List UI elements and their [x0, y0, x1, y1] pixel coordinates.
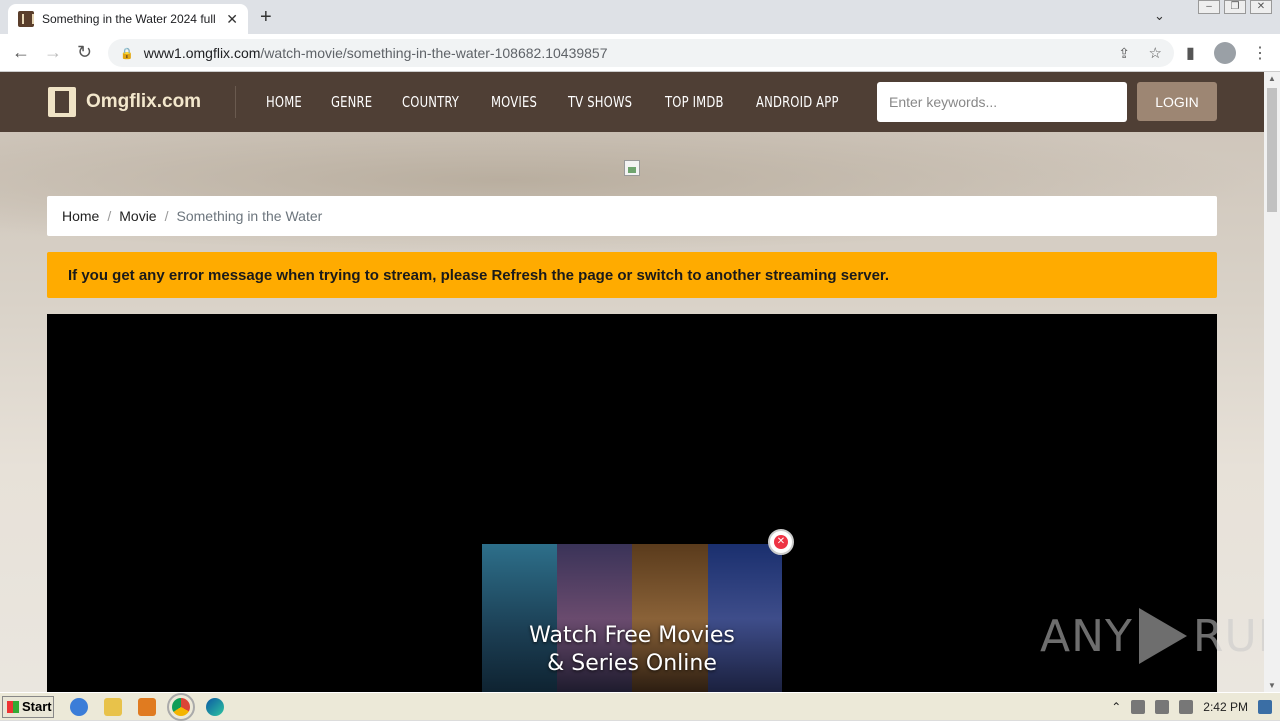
navbar-divider: [235, 86, 236, 118]
forward-arrow-icon[interactable]: →: [44, 42, 62, 63]
reload-icon[interactable]: ↻: [77, 42, 92, 63]
breadcrumb-separator: /: [107, 208, 112, 224]
ie-icon[interactable]: [70, 697, 88, 716]
nav-android-app[interactable]: ANDROID APP: [756, 93, 839, 111]
browser-titlebar: Something in the Water 2024 full HD ✕ + …: [0, 0, 1280, 34]
site-navbar: Omgflix.com HOME GENRE COUNTRY MOVIES TV…: [0, 72, 1264, 132]
watermark-play-icon: [1138, 608, 1187, 664]
scrollbar-thumb[interactable]: [1267, 88, 1277, 212]
page-scrollbar[interactable]: ▲ ▼: [1264, 72, 1280, 692]
windows-logo-icon: [7, 700, 19, 713]
browser-tab[interactable]: Something in the Water 2024 full HD ✕: [8, 4, 248, 34]
nav-genre[interactable]: GENRE: [331, 93, 372, 111]
menu-kebab-icon[interactable]: ⋮: [1252, 43, 1268, 63]
start-label: Start: [22, 699, 52, 714]
scroll-up-icon[interactable]: ▲: [1268, 74, 1276, 83]
tab-title: Something in the Water 2024 full HD: [42, 12, 221, 26]
anyrun-watermark: ANY RUN: [1040, 608, 1280, 664]
breadcrumb-current: Something in the Water: [176, 208, 323, 224]
breadcrumb: Home / Movie / Something in the Water: [47, 196, 1217, 236]
ad-line-1: Watch Free Movies: [529, 623, 735, 648]
watermark-left: ANY: [1040, 610, 1133, 662]
film-strip-icon: [48, 87, 76, 117]
chrome-icon[interactable]: [167, 692, 195, 721]
nav-movies[interactable]: MOVIES: [491, 93, 537, 111]
window-controls: – ❐ ✕: [1198, 0, 1272, 14]
login-button[interactable]: LOGIN: [1137, 82, 1217, 121]
start-button[interactable]: Start: [2, 695, 54, 718]
edge-icon[interactable]: [206, 697, 224, 716]
ad-close-button[interactable]: ✕: [768, 529, 794, 555]
stream-error-alert: If you get any error message when trying…: [47, 252, 1217, 298]
bookmark-star-icon[interactable]: ☆: [1149, 44, 1162, 62]
network-icon[interactable]: [1155, 700, 1170, 714]
breadcrumb-separator: /: [164, 208, 169, 224]
new-tab-button[interactable]: +: [260, 6, 272, 29]
film-favicon-icon: [18, 11, 34, 27]
volume-icon[interactable]: [1131, 700, 1146, 714]
windows-taskbar: Start ⌃ 2:42 PM: [0, 692, 1280, 721]
breadcrumb-home[interactable]: Home: [62, 208, 99, 224]
lock-icon[interactable]: 🔒: [120, 47, 134, 60]
profile-avatar-icon[interactable]: [1214, 42, 1236, 64]
tab-close-icon[interactable]: ✕: [226, 11, 238, 28]
search-input[interactable]: [877, 82, 1127, 122]
breadcrumb-movie[interactable]: Movie: [119, 208, 156, 224]
ad-line-2: & Series Online: [547, 651, 717, 676]
share-icon[interactable]: ⇪: [1118, 45, 1130, 62]
show-desktop-icon[interactable]: [1258, 700, 1272, 714]
system-tray: ⌃ 2:42 PM: [1103, 693, 1280, 721]
minimize-button[interactable]: –: [1198, 0, 1220, 14]
url-host: www1.omgflix.com: [143, 45, 261, 61]
address-bar[interactable]: 🔒 www1.omgflix.com/watch-movie/something…: [108, 39, 1174, 67]
ad-banner[interactable]: Watch Free Movies & Series Online: [482, 544, 782, 692]
restore-button[interactable]: ❐: [1224, 0, 1246, 14]
close-icon: ✕: [774, 535, 788, 549]
site-logo[interactable]: Omgflix.com: [48, 87, 201, 117]
page-viewport: Omgflix.com HOME GENRE COUNTRY MOVIES TV…: [0, 72, 1264, 692]
explorer-folder-icon[interactable]: [104, 697, 122, 716]
nav-top-imdb[interactable]: TOP IMDB: [665, 93, 724, 111]
close-window-button[interactable]: ✕: [1250, 0, 1272, 14]
media-player-icon[interactable]: [138, 697, 156, 716]
scroll-down-icon[interactable]: ▼: [1268, 681, 1276, 690]
browser-toolbar: ← → ↻ 🔒 www1.omgflix.com/watch-movie/som…: [0, 34, 1280, 72]
back-arrow-icon[interactable]: ←: [12, 42, 30, 63]
broken-image-icon: [624, 160, 640, 176]
logo-text: Omgflix.com: [86, 91, 202, 112]
action-center-flag-icon[interactable]: [1179, 700, 1194, 714]
ad-text: Watch Free Movies & Series Online: [482, 622, 782, 678]
main-menu: HOME GENRE COUNTRY MOVIES TV SHOWS TOP I…: [266, 72, 875, 132]
nav-home[interactable]: HOME: [266, 93, 302, 111]
nav-tv-shows[interactable]: TV SHOWS: [568, 93, 632, 111]
tab-search-chevron-icon[interactable]: ⌄: [1154, 8, 1165, 24]
url-path: /watch-movie/something-in-the-water-1086…: [260, 45, 608, 61]
side-panel-icon[interactable]: ▮: [1186, 43, 1195, 63]
clock[interactable]: 2:42 PM: [1203, 700, 1248, 714]
nav-country[interactable]: COUNTRY: [402, 93, 459, 111]
tray-expand-icon[interactable]: ⌃: [1111, 700, 1121, 714]
